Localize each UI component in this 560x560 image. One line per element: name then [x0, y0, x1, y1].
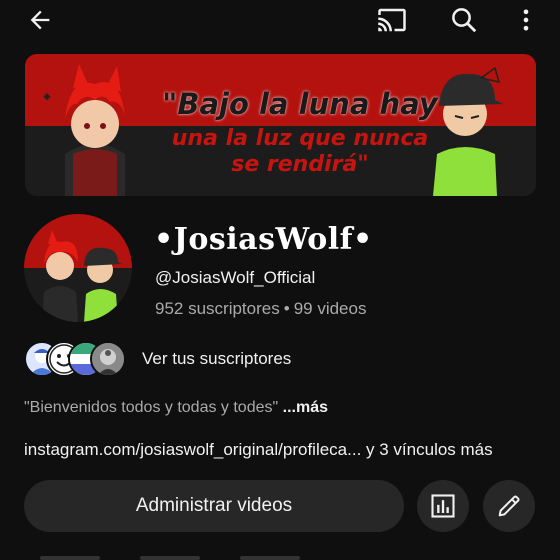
avatar-illustration	[42, 230, 122, 322]
more-options-button[interactable]	[508, 2, 544, 38]
search-button[interactable]	[446, 2, 482, 38]
next-section-peek	[0, 548, 560, 560]
analytics-icon	[431, 494, 455, 518]
top-app-bar	[0, 0, 560, 40]
search-icon	[452, 8, 477, 33]
analytics-button[interactable]	[417, 480, 469, 532]
banner-quote-line-1: "Bajo la luna hay	[162, 87, 438, 121]
channel-stats: 952 suscriptores • 99 videos	[155, 299, 366, 319]
more-vert-icon	[523, 9, 529, 31]
channel-name: •JosiasWolf•	[154, 222, 373, 257]
left-character	[43, 64, 125, 196]
description-more-link[interactable]: ...más	[283, 399, 328, 416]
video-count: 99 videos	[293, 299, 367, 318]
view-subscribers-row[interactable]: Ver tus suscriptores	[24, 340, 291, 378]
subscriber-count: 952 suscriptores	[155, 299, 280, 318]
primary-link[interactable]: instagram.com/josiaswolf_original/profil…	[24, 440, 361, 459]
edit-channel-button[interactable]	[483, 480, 535, 532]
view-subscribers-label: Ver tus suscriptores	[142, 349, 292, 368]
back-button[interactable]	[22, 2, 58, 38]
channel-banner[interactable]: "Bajo la luna hay una la luz que nunca s…	[25, 54, 536, 196]
cast-button[interactable]	[374, 2, 410, 38]
description-text: "Bienvenidos todos y todas y todes"	[24, 399, 279, 416]
stats-separator: •	[283, 299, 290, 318]
channel-handle: @JosiasWolf_Official	[155, 268, 316, 287]
edit-pencil-icon	[498, 495, 520, 517]
channel-links[interactable]: instagram.com/josiaswolf_original/profil…	[24, 440, 493, 460]
banner-quote-line-3: se rendirá"	[231, 152, 369, 177]
manage-videos-button[interactable]: Administrar videos	[24, 480, 404, 532]
back-arrow-icon	[30, 10, 50, 30]
cast-icon	[378, 8, 406, 32]
banner-quote-line-2: una la luz que nunca	[171, 126, 429, 151]
more-links[interactable]: y 3 vínculos más	[361, 440, 493, 459]
channel-avatar[interactable]	[24, 214, 132, 322]
channel-description[interactable]: "Bienvenidos todos y todas y todes" ...m…	[24, 399, 328, 417]
subscriber-avatar	[90, 341, 126, 377]
